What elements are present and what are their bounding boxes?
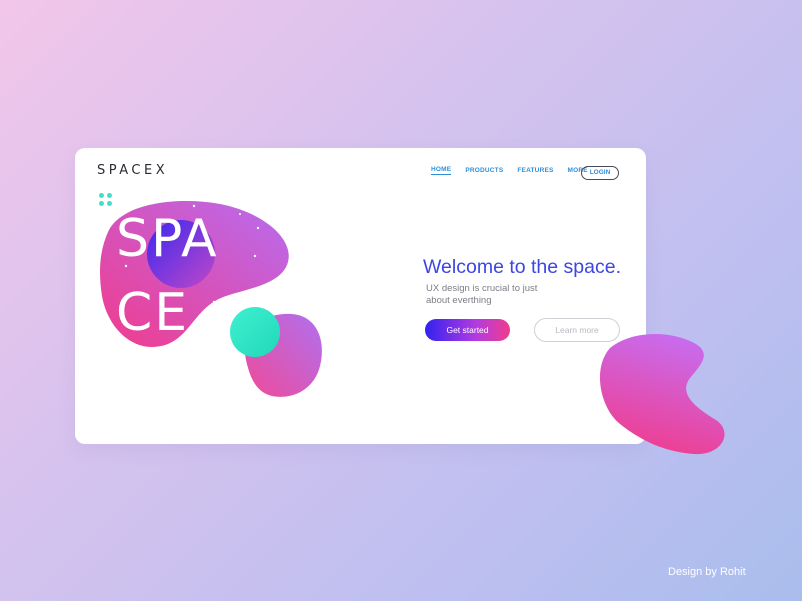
- main-nav: HOME PRODUCTS FEATURES MORE: [431, 166, 602, 175]
- hero-subtext: UX design is crucial to just about evert…: [426, 283, 538, 306]
- login-button[interactable]: LOGIN: [581, 166, 619, 180]
- nav-item-products[interactable]: PRODUCTS: [465, 167, 503, 174]
- nav-item-features[interactable]: FEATURES: [517, 167, 553, 174]
- get-started-button[interactable]: Get started: [425, 319, 510, 341]
- design-credit: Design by Rohit: [668, 566, 746, 578]
- hero-card: [75, 148, 646, 444]
- brand-logo[interactable]: SPACEX: [97, 163, 168, 178]
- grid-dots-icon[interactable]: [99, 193, 115, 209]
- nav-item-home[interactable]: HOME: [431, 166, 452, 175]
- learn-more-button[interactable]: Learn more: [534, 318, 620, 342]
- hero-headline: Welcome to the space.: [423, 256, 621, 278]
